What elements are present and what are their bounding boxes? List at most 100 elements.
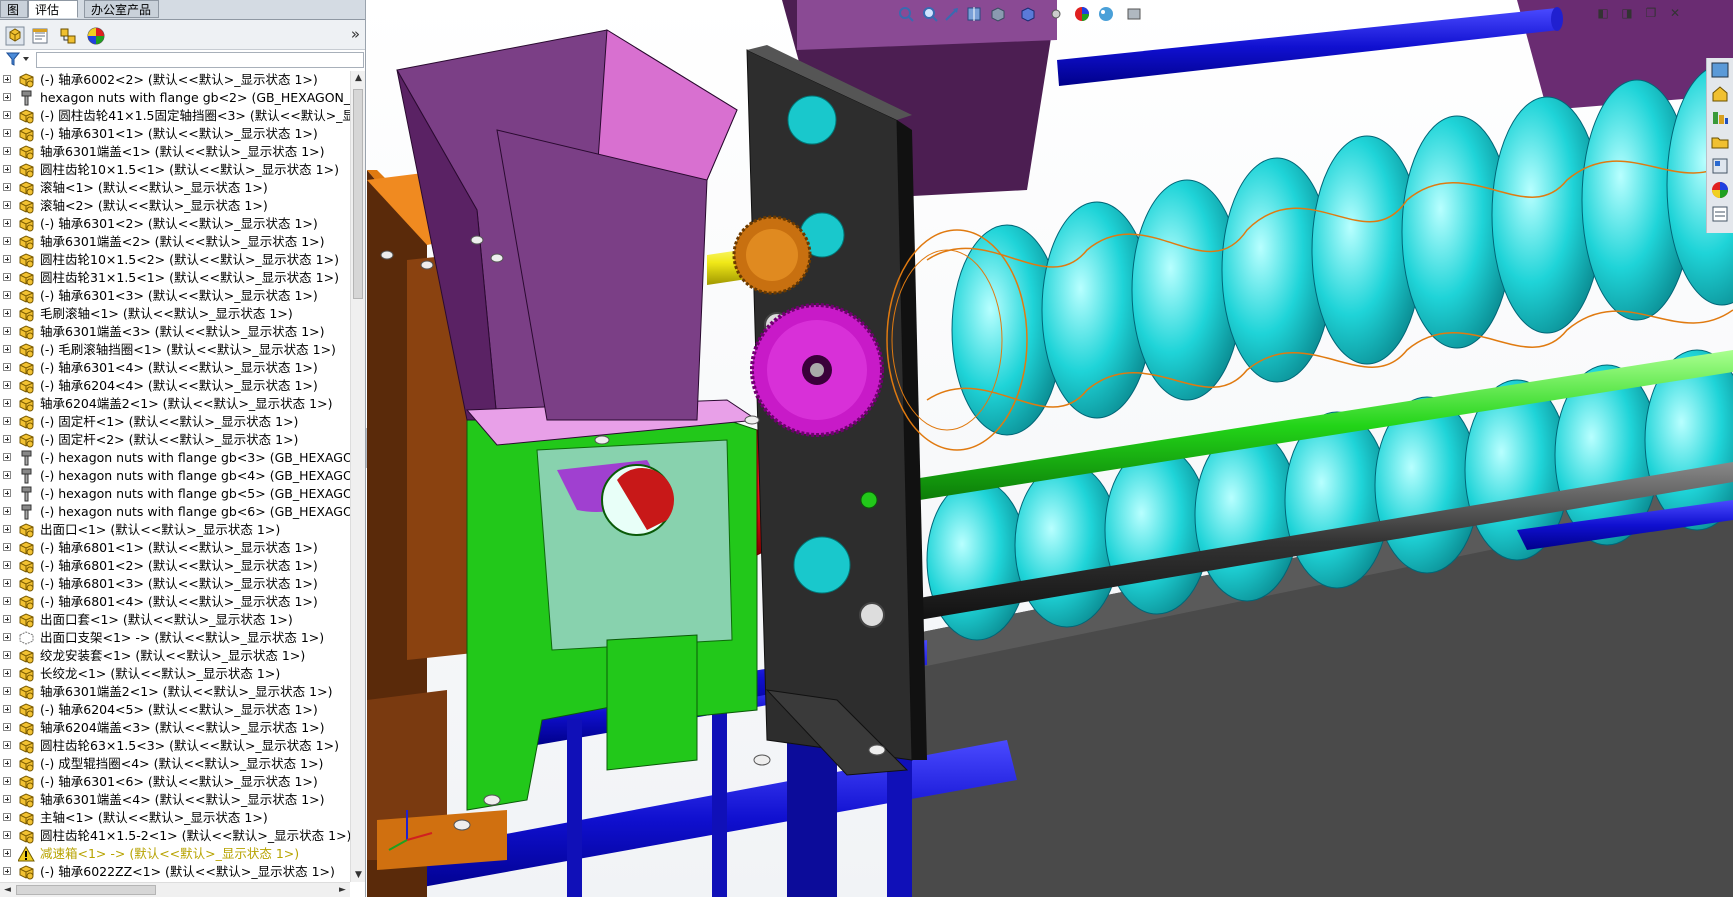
tree-filter-input[interactable] — [36, 52, 364, 68]
expand-toggle-icon[interactable] — [3, 111, 11, 119]
expand-toggle-icon[interactable] — [3, 309, 11, 317]
expand-toggle-icon[interactable] — [3, 831, 11, 839]
expand-toggle-icon[interactable] — [3, 669, 11, 677]
tab-evaluate[interactable]: 评估 — [28, 0, 78, 18]
edit-appearance-icon[interactable] — [1073, 5, 1091, 23]
display-style-icon[interactable] — [1019, 5, 1037, 23]
scroll-down-icon[interactable]: ▼ — [351, 868, 365, 882]
tree-item[interactable]: (-) 轴承6301<1> (默认<<默认>_显示状态 1>) — [0, 125, 350, 143]
expand-toggle-icon[interactable] — [3, 129, 11, 137]
property-manager-icon[interactable] — [30, 26, 50, 46]
expand-toggle-icon[interactable] — [3, 615, 11, 623]
expand-panel-icon[interactable]: » — [351, 25, 360, 43]
expand-toggle-icon[interactable] — [3, 165, 11, 173]
expand-toggle-icon[interactable] — [3, 651, 11, 659]
tree-item[interactable]: (-) hexagon nuts with flange gb<3> (GB_H… — [0, 449, 350, 467]
expand-toggle-icon[interactable] — [3, 417, 11, 425]
expand-toggle-icon[interactable] — [3, 507, 11, 515]
expand-toggle-icon[interactable] — [3, 633, 11, 641]
expand-toggle-icon[interactable] — [3, 237, 11, 245]
expand-toggle-icon[interactable] — [3, 561, 11, 569]
scroll-up-icon[interactable]: ▲ — [351, 71, 365, 85]
tree-item[interactable]: 圆柱齿轮63×1.5<3> (默认<<默认>_显示状态 1>) — [0, 737, 350, 755]
tab-office-products[interactable]: 办公室产品 — [84, 0, 159, 18]
scroll-thumb-horizontal[interactable] — [16, 885, 156, 895]
tree-item[interactable]: (-) hexagon nuts with flange gb<4> (GB_H… — [0, 467, 350, 485]
configuration-manager-icon[interactable] — [58, 26, 78, 46]
expand-toggle-icon[interactable] — [3, 399, 11, 407]
scroll-right-icon[interactable]: ► — [335, 883, 350, 897]
expand-toggle-icon[interactable] — [3, 705, 11, 713]
tree-item[interactable]: 轴承6204端盖<3> (默认<<默认>_显示状态 1>) — [0, 719, 350, 737]
tree-item[interactable]: 轴承6301端盖<4> (默认<<默认>_显示状态 1>) — [0, 791, 350, 809]
close-icon[interactable]: ✕ — [1667, 5, 1683, 21]
expand-toggle-icon[interactable] — [3, 687, 11, 695]
apply-scene-icon[interactable] — [1097, 5, 1115, 23]
expand-toggle-icon[interactable] — [3, 363, 11, 371]
filter-icon[interactable] — [5, 52, 30, 66]
tree-item[interactable]: 圆柱齿轮10×1.5<2> (默认<<默认>_显示状态 1>) — [0, 251, 350, 269]
tree-item[interactable]: (-) 轴承6801<2> (默认<<默认>_显示状态 1>) — [0, 557, 350, 575]
zoom-to-fit-icon[interactable] — [897, 5, 915, 23]
tree-item[interactable]: (-) 轴承6204<5> (默认<<默认>_显示状态 1>) — [0, 701, 350, 719]
tree-item[interactable]: hexagon nuts with flange gb<2> (GB_HEXAG… — [0, 89, 350, 107]
section-view-icon[interactable] — [965, 5, 983, 23]
expand-toggle-icon[interactable] — [3, 75, 11, 83]
view-settings-icon[interactable] — [1125, 5, 1143, 23]
previous-view-icon[interactable] — [943, 5, 961, 23]
large-gear-part[interactable] — [750, 303, 884, 437]
expand-toggle-icon[interactable] — [3, 795, 11, 803]
hide-show-icon[interactable] — [1047, 5, 1065, 23]
tree-item[interactable]: (-) 毛刷滚轴挡圈<1> (默认<<默认>_显示状态 1>) — [0, 341, 350, 359]
tree-item[interactable]: (-) 轴承6301<3> (默认<<默认>_显示状态 1>) — [0, 287, 350, 305]
tree-item[interactable]: 主轴<1> (默认<<默认>_显示状态 1>) — [0, 809, 350, 827]
expand-toggle-icon[interactable] — [3, 525, 11, 533]
resources-icon[interactable] — [1710, 60, 1730, 80]
expand-toggle-icon[interactable] — [3, 489, 11, 497]
tree-item[interactable]: 轴承6301端盖<2> (默认<<默认>_显示状态 1>) — [0, 233, 350, 251]
view-orientation-icon[interactable] — [989, 5, 1007, 23]
assembly-model-render[interactable] — [367, 0, 1733, 897]
expand-toggle-icon[interactable] — [3, 543, 11, 551]
expand-toggle-icon[interactable] — [3, 219, 11, 227]
tree-item[interactable]: (-) 轴承6301<6> (默认<<默认>_显示状态 1>) — [0, 773, 350, 791]
tab-drawing[interactable]: 图 — [0, 0, 28, 18]
tree-item[interactable]: 圆柱齿轮10×1.5<1> (默认<<默认>_显示状态 1>) — [0, 161, 350, 179]
graphics-viewport[interactable]: ◧ ◨ ❐ ✕ — [367, 0, 1733, 897]
tree-vertical-scrollbar[interactable]: ▲ ▼ — [350, 71, 365, 882]
tree-item[interactable]: 减速箱<1> -> (默认<<默认>_显示状态 1>) — [0, 845, 350, 863]
file-explorer-icon[interactable] — [1710, 108, 1730, 128]
expand-toggle-icon[interactable] — [3, 759, 11, 767]
tree-horizontal-scrollbar[interactable]: ◄ ► — [0, 882, 350, 897]
tree-item[interactable]: 滚轴<2> (默认<<默认>_显示状态 1>) — [0, 197, 350, 215]
expand-toggle-icon[interactable] — [3, 273, 11, 281]
design-library-icon[interactable] — [1710, 84, 1730, 104]
tree-item[interactable]: (-) hexagon nuts with flange gb<5> (GB_H… — [0, 485, 350, 503]
appearance-manager-icon[interactable] — [86, 26, 106, 46]
tree-item[interactable]: 出面口支架<1> -> (默认<<默认>_显示状态 1>) — [0, 629, 350, 647]
tree-item[interactable]: 毛刷滚轴<1> (默认<<默认>_显示状态 1>) — [0, 305, 350, 323]
zoom-area-icon[interactable] — [921, 5, 939, 23]
expand-toggle-icon[interactable] — [3, 453, 11, 461]
tile-right-icon[interactable]: ◨ — [1619, 5, 1635, 21]
expand-toggle-icon[interactable] — [3, 291, 11, 299]
tree-item[interactable]: 圆柱齿轮31×1.5<1> (默认<<默认>_显示状态 1>) — [0, 269, 350, 287]
tree-item[interactable]: (-) 固定杆<2> (默认<<默认>_显示状态 1>) — [0, 431, 350, 449]
tree-item[interactable]: (-) 轴承6301<2> (默认<<默认>_显示状态 1>) — [0, 215, 350, 233]
tree-item[interactable]: (-) 轴承6801<3> (默认<<默认>_显示状态 1>) — [0, 575, 350, 593]
expand-toggle-icon[interactable] — [3, 201, 11, 209]
tree-item[interactable]: 滚轴<1> (默认<<默认>_显示状态 1>) — [0, 179, 350, 197]
tree-item[interactable]: (-) 轴承6801<4> (默认<<默认>_显示状态 1>) — [0, 593, 350, 611]
tree-item[interactable]: (-) 轴承6204<4> (默认<<默认>_显示状态 1>) — [0, 377, 350, 395]
custom-properties-icon[interactable] — [1710, 204, 1730, 224]
tree-item[interactable]: (-) 轴承6301<4> (默认<<默认>_显示状态 1>) — [0, 359, 350, 377]
expand-toggle-icon[interactable] — [3, 723, 11, 731]
expand-toggle-icon[interactable] — [3, 813, 11, 821]
scroll-left-icon[interactable]: ◄ — [0, 883, 15, 897]
expand-toggle-icon[interactable] — [3, 93, 11, 101]
tree-item[interactable]: (-) 轴承6002<2> (默认<<默认>_显示状态 1>) — [0, 71, 350, 89]
expand-toggle-icon[interactable] — [3, 327, 11, 335]
small-gear-part[interactable] — [732, 215, 812, 295]
view-palette-icon[interactable] — [1710, 156, 1730, 176]
scroll-thumb[interactable] — [353, 89, 363, 299]
